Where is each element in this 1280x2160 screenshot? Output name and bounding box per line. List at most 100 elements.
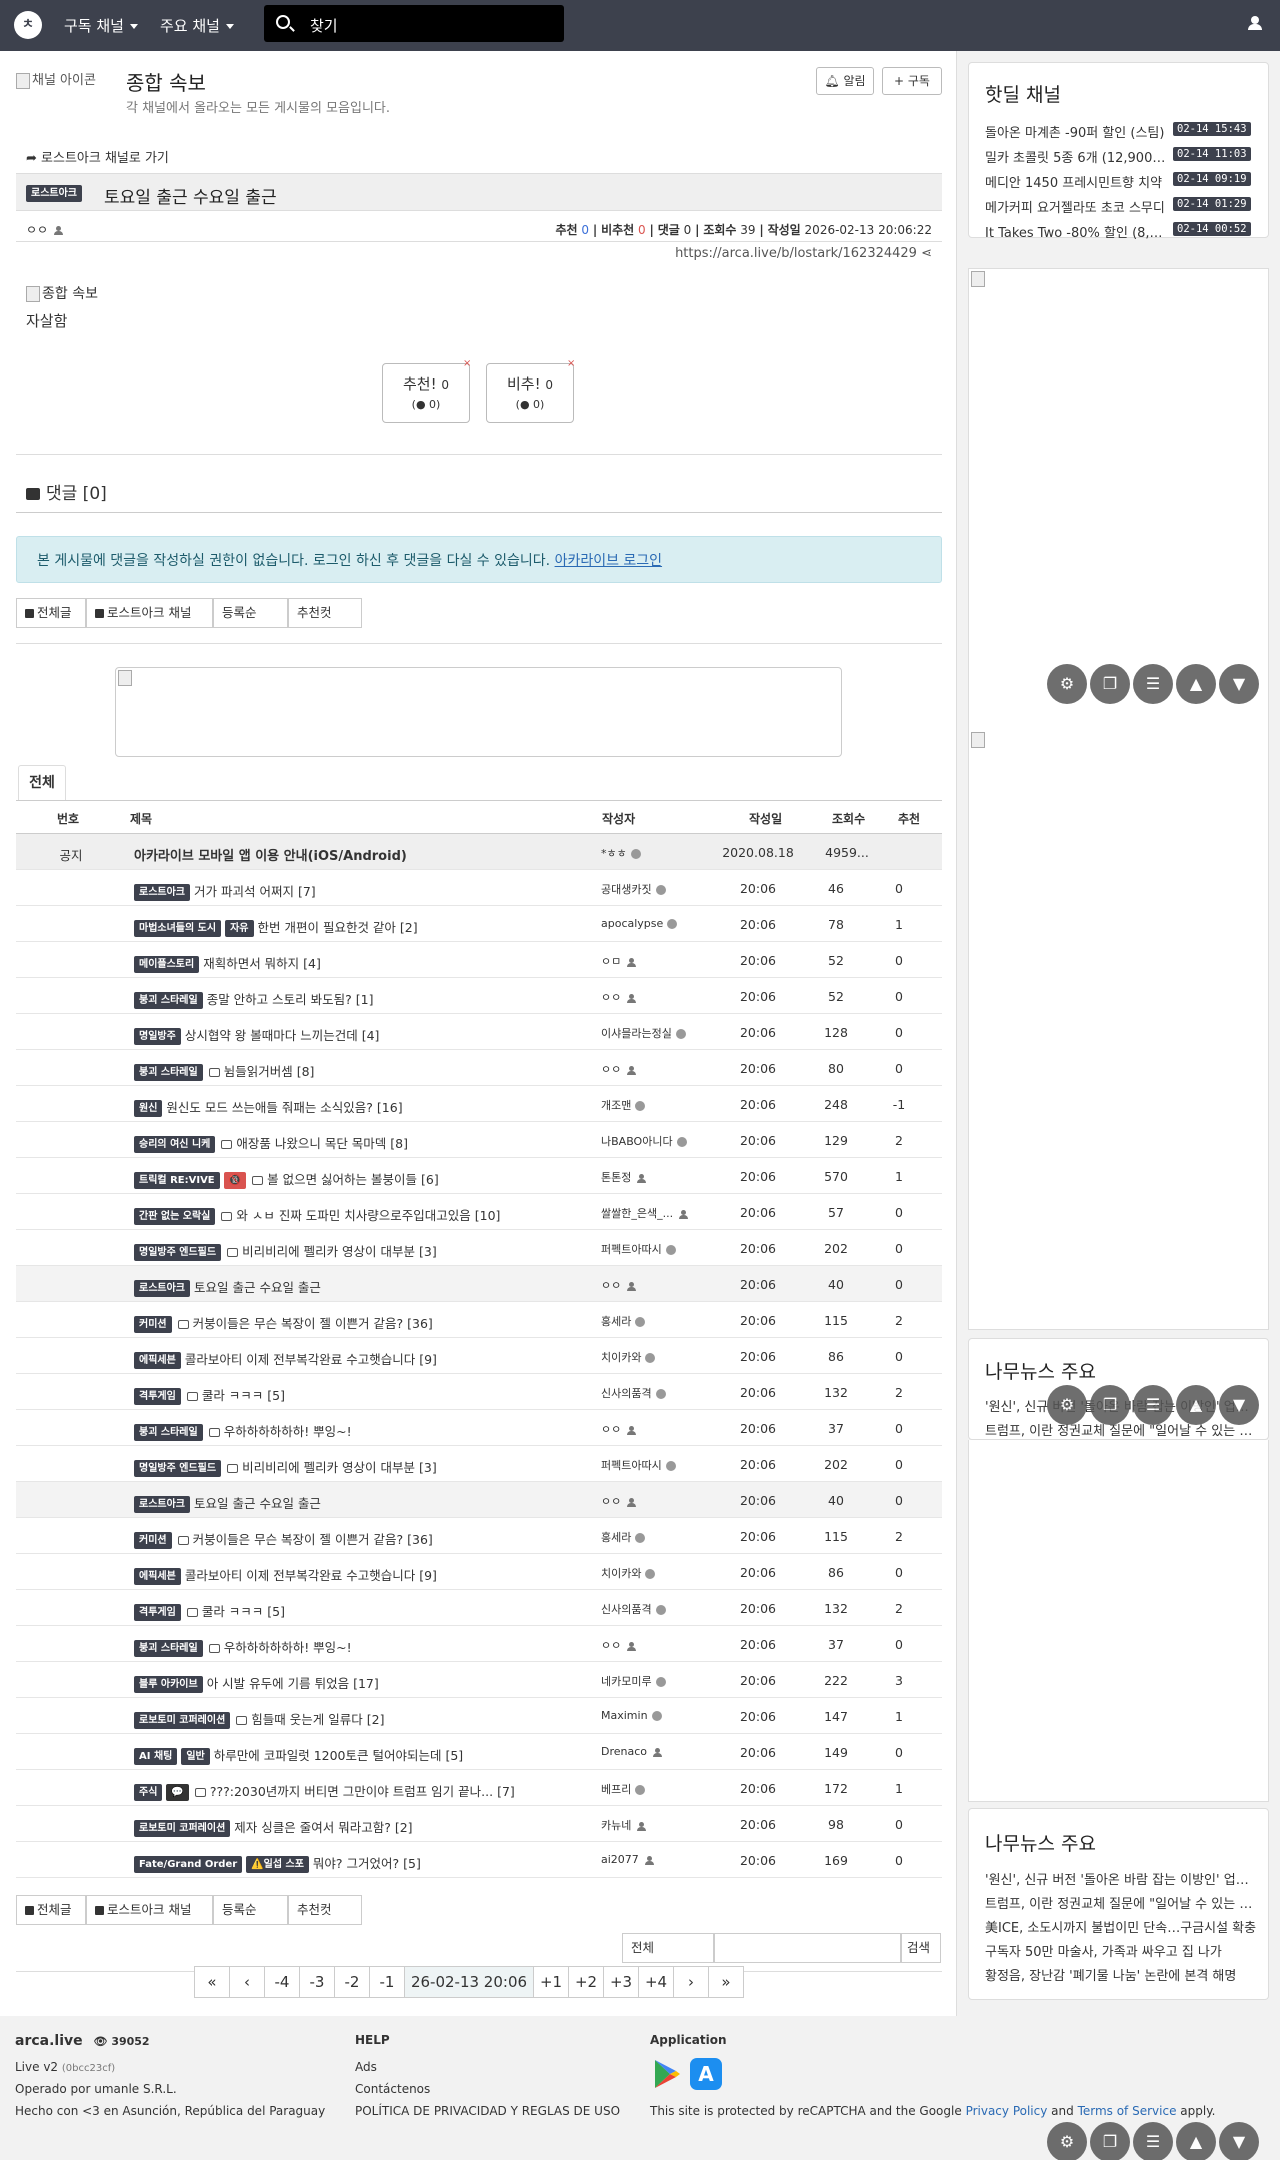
page-button[interactable]: -3 xyxy=(299,1966,335,1998)
post-author[interactable]: 공대생카짓 xyxy=(601,881,711,897)
page-button[interactable]: +4 xyxy=(638,1966,674,1998)
table-row[interactable]: Fate/Grand Order ⚠️일섭 스포 뭐야? 그거었어? [5] ai20… xyxy=(16,1842,942,1878)
category-badge[interactable]: 로보토미 코퍼레이션 xyxy=(134,1712,231,1729)
list-icon[interactable]: ☰ xyxy=(1133,1385,1173,1425)
channel-title[interactable]: 종합 속보 xyxy=(126,67,206,96)
post-title-link[interactable]: 마법소녀들의 도시 자유 한번 개편이 필요한것 같아 [2] xyxy=(134,917,594,937)
table-row[interactable]: 블루 아카이브 아 시발 유두에 기름 튀었음 [17] 네카모미루 20:06 222… xyxy=(16,1662,942,1698)
user-icon[interactable] xyxy=(1248,16,1262,30)
hotdeal-item[interactable]: 돌아온 마계촌 -90퍼 할인 (스팀) 02-14 15:43 xyxy=(985,120,1255,142)
post-title-link[interactable]: 로보토미 코퍼레이션 제자 싱클은 줄여서 뭐라고함? [2] xyxy=(134,1817,594,1837)
news-item[interactable]: 트럼프, 이란 정권교체 질문에 "일어날 수 있는 최선" xyxy=(985,1420,1257,1439)
site-logo-icon[interactable]: ㅊ xyxy=(14,11,42,39)
post-author[interactable]: Maximin xyxy=(601,1709,711,1722)
post-title-link[interactable]: 명일방주 엔드필드 비리비리에 펠리카 영상이 대부분 [3] xyxy=(134,1457,594,1477)
post-title-link[interactable]: 에픽세븐 콜라보아티 이제 전부복각완료 수고햇습니다 [9] xyxy=(134,1565,594,1585)
post-author[interactable]: ㅇㅇ xyxy=(601,1277,711,1293)
post-category-badge[interactable]: 로스트아크 xyxy=(26,185,82,202)
table-row[interactable]: 명일방주 엔드필드 비리비리에 펠리카 영상이 대부분 [3] 퍼펙트아따시 20:0… xyxy=(16,1230,942,1266)
category-badge[interactable]: 격투게임 xyxy=(134,1604,181,1621)
post-author[interactable]: ㅇㅇ xyxy=(601,1637,711,1653)
table-row[interactable]: 원신 원신도 모드 쓰는애들 줘패는 소식있음? [16] 개조맨 20:06 248 -… xyxy=(16,1086,942,1122)
post-author[interactable]: ai2077 xyxy=(601,1853,711,1866)
main-channels-menu[interactable]: 주요 채널 xyxy=(160,15,234,36)
post-author[interactable]: 나BABO아니다 xyxy=(601,1133,711,1149)
post-author[interactable]: 톤톤정 xyxy=(601,1169,711,1185)
post-title-link[interactable]: 붕괴 스타레일 뉨들읽거버셈 [8] xyxy=(134,1061,594,1081)
post-url-link[interactable]: https://arca.live/b/lostark/162324429 ⋖ xyxy=(560,246,932,261)
copy-icon[interactable]: ❐ xyxy=(1090,2122,1130,2160)
post-title-link[interactable]: 로스트아크 거가 파괴석 어쩌지 [7] xyxy=(134,881,594,901)
page-button[interactable]: › xyxy=(673,1966,709,1998)
login-link[interactable]: 아카라이브 로그인 xyxy=(555,553,663,569)
category-badge[interactable]: 격투게임 xyxy=(134,1388,181,1405)
post-author[interactable]: ㅇㅁ xyxy=(601,953,711,969)
table-row[interactable]: 로보토미 코퍼레이션 제자 싱클은 줄여서 뭐라고함? [2] 카뉴네 20:06 98… xyxy=(16,1806,942,1842)
post-title-link[interactable]: 원신 원신도 모드 쓰는애들 줘패는 소식있음? [16] xyxy=(134,1097,594,1117)
app-store-icon[interactable]: A xyxy=(690,2058,722,2090)
post-author[interactable]: 신사의품격 xyxy=(601,1385,711,1401)
hotdeal-item-title[interactable]: It Takes Two -80% 할인 (8,800원) xyxy=(985,222,1167,241)
post-title-link[interactable]: 붕괴 스타레일 우하하하하하하! 뿌잉~! xyxy=(134,1421,594,1441)
category-badge[interactable]: 커미션 xyxy=(134,1316,172,1333)
hotdeal-item-title[interactable]: 밀카 초콜릿 5종 6개 (12,900원) xyxy=(985,147,1167,166)
category-badge[interactable]: 명일방주 xyxy=(134,1028,181,1045)
news-item[interactable]: 황정음, 장난감 '폐기물 나눔' 논란에 본격 해명 xyxy=(985,1965,1257,1984)
table-row[interactable]: 격투게임 쿨라 ㅋㅋㅋ [5] 신사의품격 20:06 132 2 xyxy=(16,1374,942,1410)
table-row[interactable]: 커미션 커붕이들은 무슨 복장이 젤 이쁜거 같음? [36] 홍세라 20:06 11… xyxy=(16,1518,942,1554)
search-input[interactable]: 찾기 xyxy=(310,15,338,36)
back-to-channel-link[interactable]: ➦ 로스트아크 채널로 가기 xyxy=(26,147,169,166)
copy-icon[interactable]: ❐ xyxy=(1090,664,1130,704)
page-current[interactable]: 26-02-13 20:06 xyxy=(404,1966,534,1998)
settings-icon[interactable]: ⚙ xyxy=(1047,1385,1087,1425)
category-badge[interactable]: 🔞 xyxy=(223,1172,247,1189)
post-author[interactable]: 베프리 xyxy=(601,1781,711,1797)
category-badge[interactable]: 주식 xyxy=(134,1784,163,1801)
category-badge[interactable]: 에픽세븐 xyxy=(134,1568,181,1585)
table-row[interactable]: 주식 💬 ???:2030년까지 버티면 그만이야 트럼프 임기 끝나... [7]… xyxy=(16,1770,942,1806)
post-title-link[interactable]: 명일방주 상시협약 왕 볼때마다 느끼는건데 [4] xyxy=(134,1025,594,1045)
subscribe-button[interactable]: + 구독 xyxy=(882,67,942,95)
sidebar-ad-3[interactable] xyxy=(968,1440,1269,1802)
category-badge[interactable]: 블루 아카이브 xyxy=(134,1676,203,1693)
subscribed-channels-menu[interactable]: 구독 채널 xyxy=(64,15,138,36)
post-author[interactable]: 카뉴네 xyxy=(601,1817,711,1833)
vote-down-button[interactable]: 비추! 0 (● 0) × xyxy=(486,358,575,423)
ads-link[interactable]: Ads xyxy=(355,2060,377,2074)
post-author[interactable]: 쌀쌀한_은색_... xyxy=(601,1205,711,1221)
post-title-link[interactable]: 격투게임 쿨라 ㅋㅋㅋ [5] xyxy=(134,1385,594,1405)
post-author[interactable]: Drenaco xyxy=(601,1745,711,1758)
page-button[interactable]: ‹ xyxy=(229,1966,265,1998)
post-title-link[interactable]: 메이플스토리 재획하면서 뭐하지 [4] xyxy=(134,953,594,973)
category-badge[interactable]: 붕괴 스타레일 xyxy=(134,1424,203,1441)
table-row[interactable]: AI 채팅 일반 하루만에 코파일럿 1200토큰 털어야되는데 [5] Drenac… xyxy=(16,1734,942,1770)
table-row[interactable]: 로스트아크 토요일 출근 수요일 출근 ㅇㅇ 20:06 40 0 xyxy=(16,1266,942,1302)
vote-up-button[interactable]: 추천! 0 (● 0) × xyxy=(382,358,471,423)
copy-icon[interactable]: ❐ xyxy=(1090,1385,1130,1425)
table-row[interactable]: 승리의 여신 니케 애장품 나왔으니 목단 목마덱 [8] 나BABO아니다 20:0… xyxy=(16,1122,942,1158)
category-badge[interactable]: 원신 xyxy=(134,1100,163,1117)
post-title-link[interactable]: 로스트아크 토요일 출근 수요일 출근 xyxy=(134,1277,594,1297)
page-button[interactable]: -1 xyxy=(369,1966,405,1998)
search-button[interactable]: 검색 xyxy=(901,1933,941,1963)
post-author[interactable]: 개조맨 xyxy=(601,1097,711,1113)
category-badge[interactable]: 명일방주 엔드필드 xyxy=(134,1460,222,1477)
post-title-link[interactable]: 간판 없는 오락실 와 ㅅㅂ 진짜 도파민 치사량으로주입대고있음 [10] xyxy=(134,1205,594,1225)
table-row[interactable]: 메이플스토리 재획하면서 뭐하지 [4] ㅇㅁ 20:06 52 0 xyxy=(16,942,942,978)
scroll-up-icon[interactable]: ▲ xyxy=(1176,1385,1216,1425)
settings-icon[interactable]: ⚙ xyxy=(1047,2122,1087,2160)
table-row[interactable]: 로스트아크 토요일 출근 수요일 출근 ㅇㅇ 20:06 40 0 xyxy=(16,1482,942,1518)
post-title-link[interactable]: 승리의 여신 니케 애장품 나왔으니 목단 목마덱 [8] xyxy=(134,1133,594,1153)
tab-all[interactable]: 전체 xyxy=(18,765,66,801)
news-title-2[interactable]: 나무뉴스 주요 xyxy=(985,1829,1096,1856)
post-title-link[interactable]: 주식 💬 ???:2030년까지 버티면 그만이야 트럼프 임기 끝나... [7] xyxy=(134,1781,594,1801)
post-title-link[interactable]: 붕괴 스타레일 우하하하하하하! 뿌잉~! xyxy=(134,1637,594,1657)
table-row[interactable]: 명일방주 상시협약 왕 볼때마다 느끼는건데 [4] 이샤믈라는정실 20:06 128… xyxy=(16,1014,942,1050)
table-row[interactable]: 트릭컬 RE:VIVE 🔞 볼 없으면 싫어하는 볼붕이들 [6] 톤톤정 20:06 5… xyxy=(16,1158,942,1194)
news-item[interactable]: '원신', 신규 버전 '돌아온 바람 잡는 이방인' 업데이트 xyxy=(985,1869,1257,1888)
list-icon[interactable]: ☰ xyxy=(1133,2122,1173,2160)
scroll-down-icon[interactable]: ▼ xyxy=(1219,1385,1259,1425)
board-search-input[interactable] xyxy=(714,1933,901,1963)
page-button[interactable]: +2 xyxy=(568,1966,604,1998)
filter-all-posts[interactable]: 전체글 xyxy=(16,1895,86,1925)
